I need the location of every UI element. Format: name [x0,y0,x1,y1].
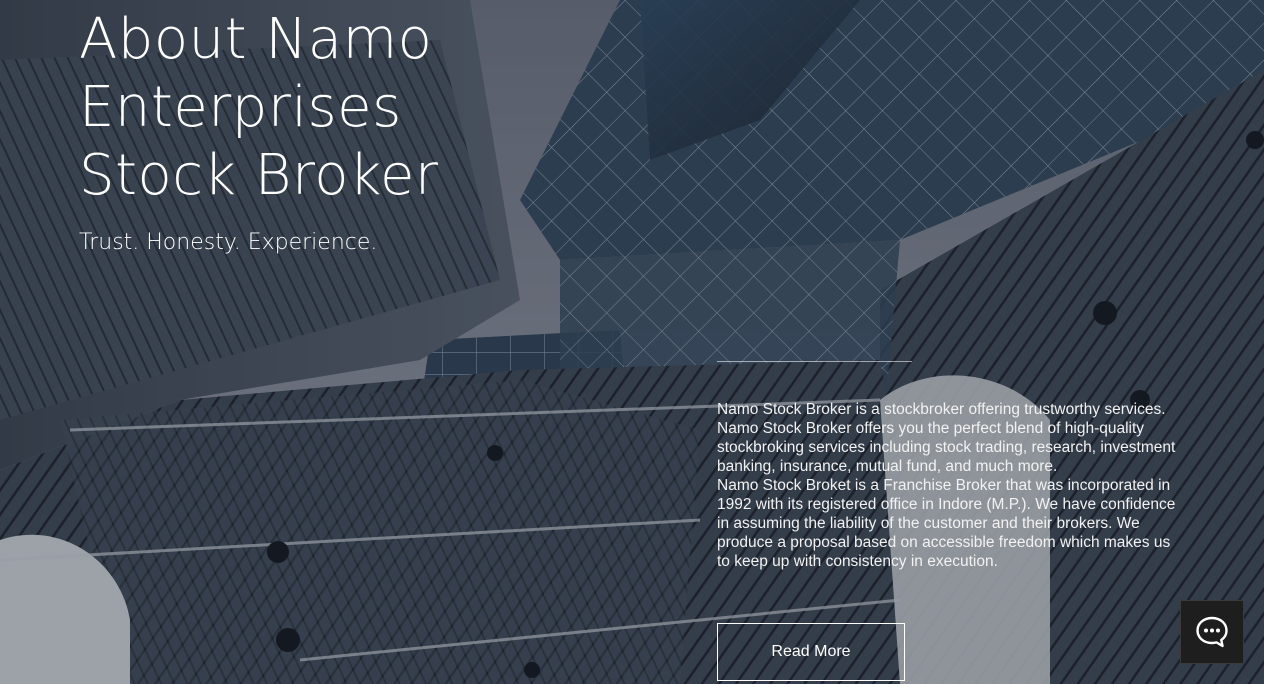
read-more-button[interactable]: Read More [717,623,905,681]
about-hero-section: About Namo Enterprises Stock Broker Trus… [0,0,1264,684]
title-line: About Namo [79,7,433,72]
about-text: Namo Stock Broker is a stockbroker offer… [717,400,1177,571]
title-line: Stock Broker [79,143,439,208]
read-more-label: Read More [771,643,851,660]
divider-line [717,361,912,362]
tagline: Trust. Honesty. Experience. [79,230,378,255]
chat-bubble-icon [1196,616,1228,648]
about-paragraph: Namo Stock Broker is a stockbroker offer… [717,401,1176,475]
chat-button[interactable] [1180,600,1244,664]
page-title: About Namo Enterprises Stock Broker [79,6,438,210]
title-line: Enterprises [79,75,402,140]
about-paragraph: Namo Stock Broket is a Franchise Broker … [717,477,1176,570]
